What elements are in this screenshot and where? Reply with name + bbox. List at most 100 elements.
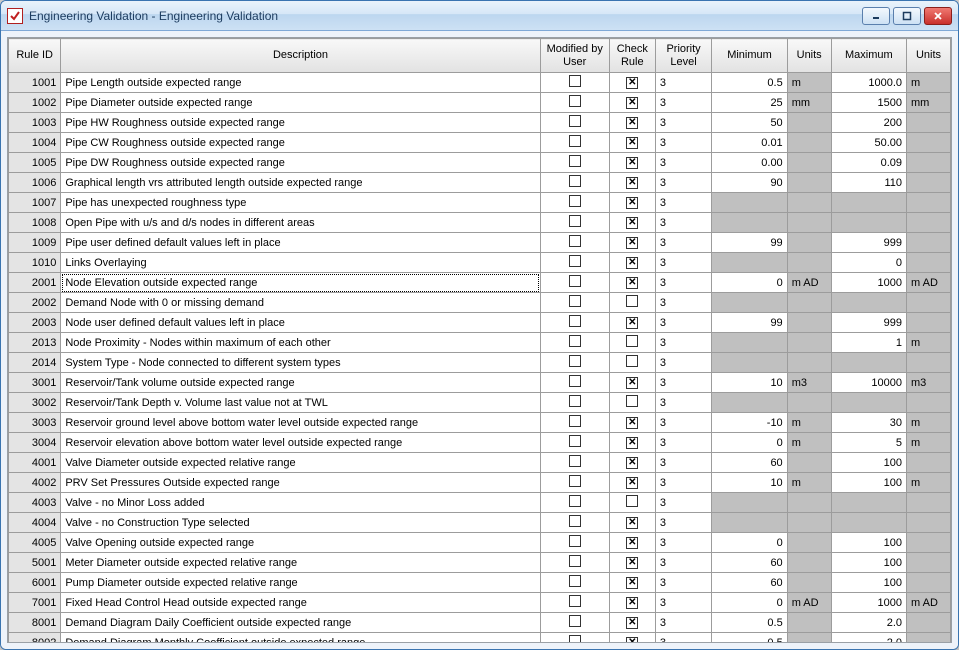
cell[interactable]: 3 xyxy=(655,233,712,253)
cell[interactable] xyxy=(907,393,951,413)
table-row[interactable]: 3004Reservoir elevation above bottom wat… xyxy=(9,433,951,453)
cell[interactable] xyxy=(831,193,906,213)
col-description[interactable]: Description xyxy=(61,39,540,73)
cell[interactable] xyxy=(787,493,831,513)
cell[interactable]: 3 xyxy=(655,173,712,193)
cell[interactable] xyxy=(712,513,787,533)
col-modified-by-user[interactable]: Modified by User xyxy=(540,39,609,73)
cell[interactable] xyxy=(712,393,787,413)
check-rule-checkbox[interactable] xyxy=(609,573,655,593)
cell[interactable] xyxy=(907,533,951,553)
cell[interactable]: 99 xyxy=(712,233,787,253)
table-row[interactable]: 4002PRV Set Pressures Outside expected r… xyxy=(9,473,951,493)
cell[interactable]: 100 xyxy=(831,473,906,493)
cell[interactable]: 60 xyxy=(712,573,787,593)
cell[interactable]: 4004 xyxy=(9,513,61,533)
cell[interactable]: 50 xyxy=(712,113,787,133)
cell[interactable]: 3003 xyxy=(9,413,61,433)
cell[interactable] xyxy=(907,513,951,533)
cell[interactable]: 30 xyxy=(831,413,906,433)
check-rule-checkbox[interactable] xyxy=(609,393,655,413)
col-units-max[interactable]: Units xyxy=(907,39,951,73)
cell[interactable]: m AD xyxy=(907,593,951,613)
cell[interactable]: 3 xyxy=(655,213,712,233)
cell[interactable]: 3 xyxy=(655,73,712,93)
cell[interactable] xyxy=(907,553,951,573)
modified-by-user-checkbox[interactable] xyxy=(540,233,609,253)
table-row[interactable]: 6001Pump Diameter outside expected relat… xyxy=(9,573,951,593)
cell-description[interactable]: Demand Node with 0 or missing demand xyxy=(61,293,540,313)
cell-description[interactable]: Node Elevation outside expected range xyxy=(61,273,540,293)
cell[interactable]: 1007 xyxy=(9,193,61,213)
cell[interactable] xyxy=(712,333,787,353)
cell[interactable]: 3 xyxy=(655,593,712,613)
cell[interactable] xyxy=(787,233,831,253)
cell[interactable]: 1001 xyxy=(9,73,61,93)
cell-description[interactable]: PRV Set Pressures Outside expected range xyxy=(61,473,540,493)
cell[interactable]: m xyxy=(787,413,831,433)
cell[interactable]: 3002 xyxy=(9,393,61,413)
cell-description[interactable]: Demand Diagram Monthly Coefficient outsi… xyxy=(61,633,540,644)
cell-description[interactable]: Valve Diameter outside expected relative… xyxy=(61,453,540,473)
cell[interactable]: -10 xyxy=(712,413,787,433)
cell[interactable]: 4003 xyxy=(9,493,61,513)
cell[interactable]: 3 xyxy=(655,453,712,473)
table-row[interactable]: 7001Fixed Head Control Head outside expe… xyxy=(9,593,951,613)
cell[interactable]: 3 xyxy=(655,313,712,333)
col-minimum[interactable]: Minimum xyxy=(712,39,787,73)
cell[interactable]: 1 xyxy=(831,333,906,353)
cell[interactable] xyxy=(712,353,787,373)
cell[interactable]: 999 xyxy=(831,233,906,253)
cell-description[interactable]: Pipe Diameter outside expected range xyxy=(61,93,540,113)
cell-description[interactable]: Node Proximity - Nodes within maximum of… xyxy=(61,333,540,353)
cell[interactable]: 3 xyxy=(655,113,712,133)
cell-description[interactable]: Pipe user defined default values left in… xyxy=(61,233,540,253)
check-rule-checkbox[interactable] xyxy=(609,73,655,93)
check-rule-checkbox[interactable] xyxy=(609,173,655,193)
check-rule-checkbox[interactable] xyxy=(609,233,655,253)
cell[interactable]: 1010 xyxy=(9,253,61,273)
cell[interactable]: 0.00 xyxy=(712,153,787,173)
check-rule-checkbox[interactable] xyxy=(609,193,655,213)
table-row[interactable]: 4005Valve Opening outside expected range… xyxy=(9,533,951,553)
cell[interactable]: mm xyxy=(907,93,951,113)
cell[interactable]: 3 xyxy=(655,333,712,353)
cell[interactable]: 3 xyxy=(655,153,712,173)
cell[interactable]: 3004 xyxy=(9,433,61,453)
cell-description[interactable]: Reservoir elevation above bottom water l… xyxy=(61,433,540,453)
table-row[interactable]: 3001Reservoir/Tank volume outside expect… xyxy=(9,373,951,393)
cell[interactable]: m xyxy=(907,73,951,93)
cell[interactable]: 2013 xyxy=(9,333,61,353)
table-row[interactable]: 1003Pipe HW Roughness outside expected r… xyxy=(9,113,951,133)
modified-by-user-checkbox[interactable] xyxy=(540,533,609,553)
cell[interactable] xyxy=(787,453,831,473)
cell[interactable]: 3 xyxy=(655,353,712,373)
check-rule-checkbox[interactable] xyxy=(609,373,655,393)
cell[interactable] xyxy=(787,173,831,193)
cell[interactable]: m xyxy=(907,333,951,353)
table-row[interactable]: 1006Graphical length vrs attributed leng… xyxy=(9,173,951,193)
cell[interactable]: 5001 xyxy=(9,553,61,573)
cell[interactable]: m xyxy=(787,473,831,493)
table-row[interactable]: 4004Valve - no Construction Type selecte… xyxy=(9,513,951,533)
cell[interactable]: 2001 xyxy=(9,273,61,293)
cell[interactable] xyxy=(787,333,831,353)
cell[interactable]: 100 xyxy=(831,533,906,553)
cell[interactable]: 0 xyxy=(712,533,787,553)
col-units-min[interactable]: Units xyxy=(787,39,831,73)
check-rule-checkbox[interactable] xyxy=(609,473,655,493)
cell[interactable]: 110 xyxy=(831,173,906,193)
cell[interactable]: 2.0 xyxy=(831,633,906,644)
cell-description[interactable]: Valve - no Minor Loss added xyxy=(61,493,540,513)
modified-by-user-checkbox[interactable] xyxy=(540,293,609,313)
cell[interactable]: 3 xyxy=(655,473,712,493)
cell[interactable]: 0.5 xyxy=(712,613,787,633)
check-rule-checkbox[interactable] xyxy=(609,93,655,113)
modified-by-user-checkbox[interactable] xyxy=(540,93,609,113)
cell[interactable] xyxy=(787,313,831,333)
cell[interactable] xyxy=(787,293,831,313)
check-rule-checkbox[interactable] xyxy=(609,633,655,644)
check-rule-checkbox[interactable] xyxy=(609,253,655,273)
table-row[interactable]: 2002Demand Node with 0 or missing demand… xyxy=(9,293,951,313)
cell[interactable]: 0 xyxy=(712,433,787,453)
